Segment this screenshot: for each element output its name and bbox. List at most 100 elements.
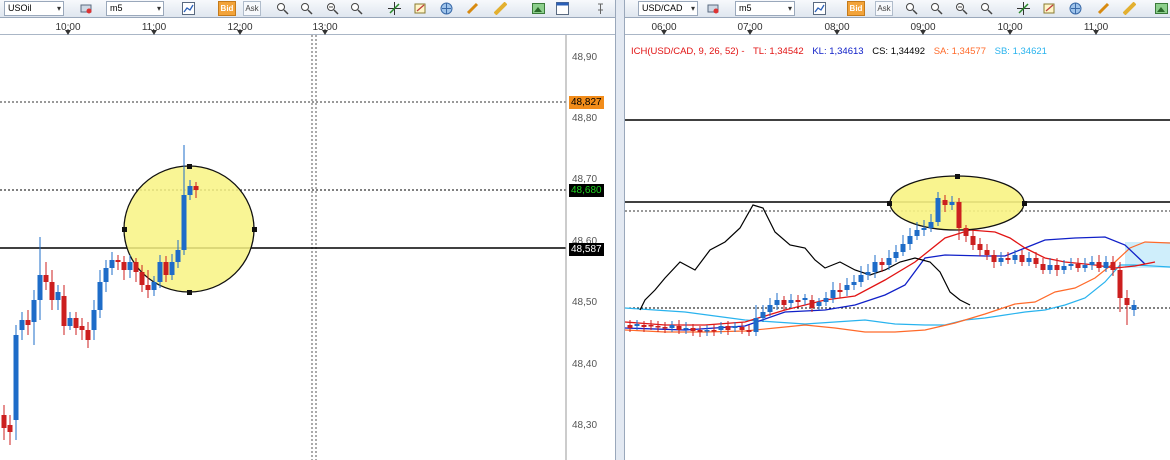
bear-candle [1,415,7,428]
pane-splitter[interactable] [615,0,625,460]
bull-candle [753,318,759,332]
zoom-fit-icon[interactable] [326,2,339,15]
symbol-selector[interactable]: USD/CAD ▾ [638,1,698,16]
ruler-icon[interactable] [494,2,507,15]
bear-candle [85,330,91,340]
bull-candle [851,282,857,285]
pin-icon[interactable] [596,2,605,15]
bear-candle [1124,298,1130,305]
bull-candle [823,298,829,302]
bear-candle [991,255,997,262]
bull-candle [157,262,163,282]
ellipse-handle[interactable] [252,227,257,232]
bull-candle [1068,264,1074,266]
chart-type-icon[interactable] [182,2,195,15]
bull-candle [914,230,920,236]
ellipse-handle[interactable] [955,174,960,179]
zoom-fit-icon[interactable] [955,2,968,15]
bull-candle [55,292,61,300]
bear-candle [145,285,151,290]
timeframe-selector[interactable]: m5 ▾ [106,1,164,16]
symbol-label: USD/CAD [642,3,683,13]
price-plot[interactable] [625,35,1170,460]
kijun-value: KL: 1,34613 [812,46,864,57]
globe-icon[interactable] [440,2,453,15]
bull-candle [109,260,115,268]
bull-candle [127,262,133,270]
bull-candle [151,282,157,290]
bull-candle [872,262,878,272]
timeframe-selector[interactable]: m5 ▾ [735,1,795,16]
price-plot[interactable] [0,35,615,460]
picture-icon[interactable] [532,2,545,15]
bear-candle [1005,258,1011,260]
bull-candle [900,244,906,252]
bull-candle [19,320,25,330]
zoom-in-icon[interactable] [276,2,289,15]
price-label: 48,40 [572,359,598,370]
window-icon[interactable] [556,2,569,15]
globe-icon[interactable] [1069,2,1082,15]
bear-candle [627,325,633,328]
pencil-icon[interactable] [1097,2,1110,15]
bear-candle [655,326,661,328]
chart-settings-icon[interactable] [707,2,720,15]
zoom-in-icon[interactable] [905,2,918,15]
ruler-icon[interactable] [1123,2,1136,15]
bull-candle [37,275,43,300]
bear-candle [61,296,67,326]
bear-candle [690,328,696,331]
chart-settings-icon[interactable] [80,2,93,15]
ichimoku-title: ICH(USD/CAD, 9, 26, 52) - [631,46,745,57]
tenkan-line [625,229,1156,326]
pencil-icon[interactable] [466,2,479,15]
magnifier-icon[interactable] [980,2,993,15]
ask-button[interactable]: Ask [243,1,261,16]
usoil-chart-pane[interactable]: USOil ▾ m5 ▾ Bid Ask 10:00 11:00 12:00 1… [0,0,615,460]
ellipse-handle[interactable] [887,201,892,206]
bear-candle [977,244,983,250]
bull-candle [732,326,738,328]
bull-candle [31,300,37,322]
zoom-out-icon[interactable] [930,2,943,15]
bull-candle [921,228,927,230]
bull-candle [1131,305,1137,310]
ask-button[interactable]: Ask [875,1,893,16]
bull-candle [865,272,871,275]
bear-candle [781,300,787,305]
ellipse-handle[interactable] [122,227,127,232]
timeframe-label: m5 [110,3,123,13]
price-label: 48,90 [572,52,598,63]
picture-icon[interactable] [1155,2,1168,15]
ellipse-handle[interactable] [187,164,192,169]
bear-candle [676,326,682,330]
bid-button[interactable]: Bid [847,1,865,16]
bid-button[interactable]: Bid [218,1,236,16]
draw-tool-icon[interactable] [414,2,427,15]
price-tag-orange: 48,827 [569,96,604,109]
chart-type-icon[interactable] [813,2,826,15]
bull-candle [187,186,193,195]
symbol-selector[interactable]: USOil ▾ [4,1,64,16]
bull-candle [998,258,1004,262]
crosshair-icon[interactable] [1017,2,1030,15]
bull-candle [816,302,822,306]
candles [627,192,1137,337]
bear-candle [1075,264,1081,268]
usdcad-chart-pane[interactable]: USD/CAD ▾ m5 ▾ Bid Ask 06:00 07:00 08:00… [625,0,1170,460]
tenkan-value: TL: 1,34542 [752,46,804,57]
bear-candle [1040,264,1046,270]
chart-toolbar: USOil ▾ m5 ▾ Bid Ask [0,0,615,18]
draw-tool-icon[interactable] [1043,2,1056,15]
bull-candle [13,335,19,420]
bear-candle [43,275,49,282]
bull-candle [858,275,864,282]
bull-candle [1061,266,1067,270]
bear-candle [25,320,31,325]
ellipse-handle[interactable] [187,290,192,295]
crosshair-icon[interactable] [388,2,401,15]
time-axis: 10:00 11:00 12:00 13:00 [0,18,615,35]
magnifier-icon[interactable] [350,2,363,15]
zoom-out-icon[interactable] [300,2,313,15]
ellipse-handle[interactable] [1022,201,1027,206]
